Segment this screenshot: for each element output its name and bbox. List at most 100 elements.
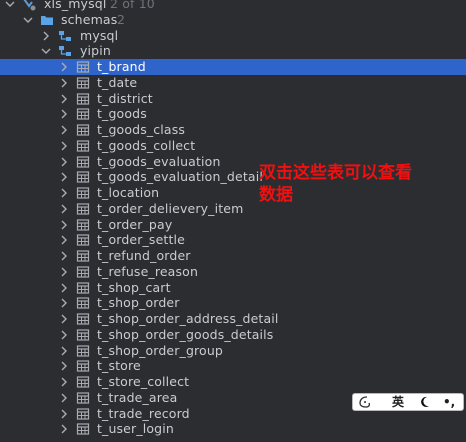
table-name: t_order_settle (97, 232, 186, 247)
chevron-right-icon[interactable] (58, 390, 70, 406)
chevron-right-icon[interactable] (58, 138, 70, 154)
table-name: t_trade_area (97, 390, 178, 405)
table-name: t_goods_collect (97, 138, 196, 153)
table-row[interactable]: t_order_pay (0, 217, 466, 233)
folder-icon (40, 13, 54, 27)
ime-punct-label[interactable]: •, (443, 394, 455, 410)
table-row[interactable]: t_district (0, 91, 466, 107)
datasource-icon (22, 0, 36, 11)
ime-toolbar[interactable]: 英 •, (352, 393, 464, 411)
schema-icon (58, 29, 72, 43)
table-icon (76, 155, 90, 169)
table-icon (76, 123, 90, 137)
table-row[interactable]: t_refund_order (0, 248, 466, 264)
chevron-right-icon[interactable] (58, 280, 70, 296)
table-name: t_goods_class (97, 122, 186, 137)
chevron-right-icon[interactable] (58, 75, 70, 91)
chevron-down-icon[interactable] (4, 0, 16, 12)
table-name: t_shop_order (97, 295, 180, 310)
chevron-right-icon[interactable] (58, 154, 70, 170)
table-name: t_order_pay (97, 217, 173, 232)
table-row[interactable]: t_goods_class (0, 122, 466, 138)
table-row[interactable]: t_shop_order_address_detail (0, 311, 466, 327)
table-icon (76, 202, 90, 216)
annotation-line-2: 数据 (259, 185, 293, 205)
schemas-label: schemas (61, 12, 118, 27)
chevron-right-icon[interactable] (58, 232, 70, 248)
schema-label: yipin (80, 43, 111, 58)
table-icon (76, 359, 90, 373)
chevron-right-icon[interactable] (58, 201, 70, 217)
moon-icon[interactable] (419, 395, 431, 413)
table-icon (76, 375, 90, 389)
chevron-right-icon[interactable] (58, 295, 70, 311)
chevron-right-icon[interactable] (58, 421, 70, 437)
tree-node-schema-mysql[interactable]: mysql (0, 28, 466, 44)
table-row[interactable]: t_user_login (0, 421, 466, 437)
chevron-right-icon[interactable] (58, 91, 70, 107)
chevron-right-icon[interactable] (58, 217, 70, 233)
table-name: t_shop_cart (97, 280, 171, 295)
chevron-right-icon[interactable] (58, 106, 70, 122)
schema-label: mysql (80, 28, 119, 43)
chevron-right-icon[interactable] (58, 311, 70, 327)
table-name: t_trade_record (97, 406, 190, 421)
table-row[interactable]: t_shop_cart (0, 280, 466, 296)
table-name: t_location (97, 185, 160, 200)
chevron-right-icon[interactable] (58, 59, 70, 75)
datasource-count: 2 of 10 (110, 0, 155, 11)
table-row[interactable]: t_brand (0, 59, 466, 75)
table-icon (76, 422, 90, 436)
chevron-right-icon[interactable] (58, 374, 70, 390)
chevron-right-icon[interactable] (58, 343, 70, 359)
table-row[interactable]: t_shop_order_group (0, 343, 466, 359)
ime-logo-icon[interactable] (358, 395, 376, 413)
table-row[interactable]: t_shop_order_goods_details (0, 327, 466, 343)
chevron-right-icon[interactable] (40, 28, 52, 44)
table-row[interactable]: t_order_settle (0, 232, 466, 248)
table-name: t_order_delievery_item (97, 201, 244, 216)
table-icon (76, 60, 90, 74)
chevron-right-icon[interactable] (58, 327, 70, 343)
table-icon (76, 328, 90, 342)
chevron-right-icon[interactable] (58, 248, 70, 264)
tree-node-datasource[interactable]: xls_mysql 2 of 10 (0, 0, 466, 12)
table-icon (76, 296, 90, 310)
chevron-right-icon[interactable] (58, 169, 70, 185)
table-name: t_shop_order_goods_details (97, 327, 274, 342)
chevron-down-icon[interactable] (22, 12, 34, 28)
table-name: t_brand (97, 59, 146, 74)
ime-mode-label[interactable]: 英 (392, 394, 404, 410)
table-icon (76, 107, 90, 121)
table-icon (76, 170, 90, 184)
chevron-down-icon[interactable] (40, 43, 52, 59)
table-name: t_district (97, 91, 153, 106)
table-icon (76, 186, 90, 200)
table-icon (76, 281, 90, 295)
chevron-right-icon[interactable] (58, 264, 70, 280)
table-row[interactable]: t_shop_order (0, 295, 466, 311)
chevron-right-icon[interactable] (58, 406, 70, 422)
table-name: t_shop_order_group (97, 343, 224, 358)
table-row[interactable]: t_refuse_reason (0, 264, 466, 280)
table-row[interactable]: t_store_collect (0, 374, 466, 390)
table-icon (76, 92, 90, 106)
chevron-right-icon[interactable] (58, 358, 70, 374)
tree-node-schema-yipin[interactable]: yipin (0, 43, 466, 59)
table-row[interactable]: t_store (0, 358, 466, 374)
table-name: t_store (97, 358, 141, 373)
table-row[interactable]: t_date (0, 75, 466, 91)
chevron-right-icon[interactable] (58, 185, 70, 201)
table-row[interactable]: t_goods (0, 106, 466, 122)
chevron-right-icon[interactable] (58, 122, 70, 138)
table-name: t_goods_evaluation (97, 154, 221, 169)
tree-node-schemas[interactable]: schemas 2 (0, 12, 466, 28)
datasource-label: xls_mysql (44, 0, 107, 11)
table-icon (76, 249, 90, 263)
table-icon (76, 344, 90, 358)
table-icon (76, 76, 90, 90)
table-icon (76, 265, 90, 279)
table-icon (76, 139, 90, 153)
table-row[interactable]: t_goods_collect (0, 138, 466, 154)
table-icon (76, 391, 90, 405)
